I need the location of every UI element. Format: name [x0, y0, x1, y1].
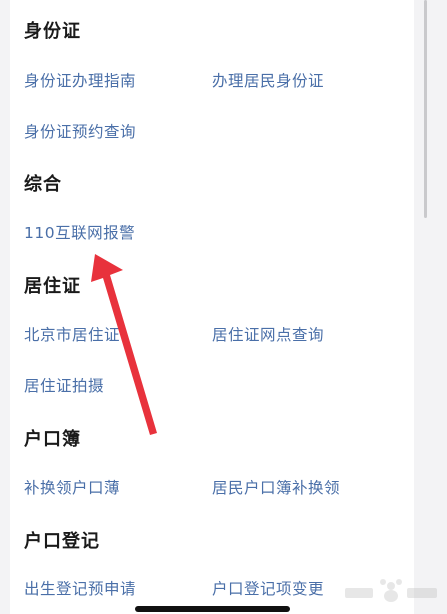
link-apply-id-card[interactable]: 办理居民身份证 [212, 69, 324, 91]
link-birth-registration-pre-apply[interactable]: 出生登记预申请 [24, 577, 136, 599]
section-title-household-register: 户口簿 [24, 429, 81, 450]
link-id-card-appointment[interactable]: 身份证预约查询 [24, 120, 136, 142]
section-title-general: 综合 [24, 174, 62, 195]
watermark-logo-icon [345, 579, 437, 602]
link-household-item-change[interactable]: 户口登记项变更 [212, 577, 324, 599]
section-title-household-registration: 户口登记 [24, 531, 100, 552]
home-indicator[interactable] [135, 606, 290, 612]
link-110-online-report[interactable]: 110互联网报警 [24, 221, 135, 243]
link-id-card-guide[interactable]: 身份证办理指南 [24, 69, 136, 91]
service-list-card: 身份证 身份证办理指南 办理居民身份证 身份证预约查询 综合 110互联网报警 … [10, 0, 414, 614]
scrollbar[interactable] [424, 0, 427, 218]
link-replace-household-book[interactable]: 补换领户口薄 [24, 476, 120, 498]
link-residence-permit-photo[interactable]: 居住证拍摄 [24, 374, 104, 396]
section-title-id-card: 身份证 [24, 21, 81, 42]
screen: 身份证 身份证办理指南 办理居民身份证 身份证预约查询 综合 110互联网报警 … [0, 0, 447, 614]
link-beijing-residence-permit[interactable]: 北京市居住证 [24, 323, 120, 345]
section-title-residence-permit: 居住证 [24, 276, 81, 297]
link-residence-permit-outlets[interactable]: 居住证网点查询 [212, 323, 324, 345]
link-resident-household-book-replace[interactable]: 居民户口簿补换领 [212, 476, 340, 498]
